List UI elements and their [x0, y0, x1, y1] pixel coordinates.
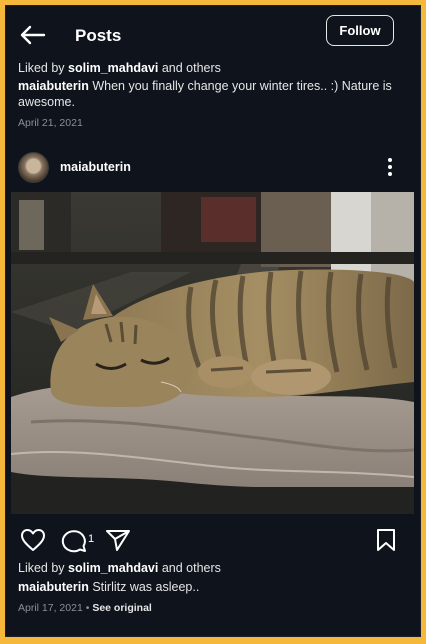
caption-username-link[interactable]: maiabuterin [18, 580, 89, 594]
likes-prefix: Liked by [18, 61, 69, 75]
more-options-button[interactable] [382, 156, 398, 178]
previous-post-caption: maiabuterin When you finally change your… [18, 78, 408, 110]
see-original-link[interactable]: See original [92, 602, 152, 614]
liked-by-user-link[interactable]: solim_mahdavi [68, 561, 158, 575]
post-header: maiabuterin [6, 152, 420, 192]
app-screen: Posts Follow Liked by solim_mahdavi and … [5, 5, 421, 637]
post-photo[interactable] [11, 192, 414, 514]
top-bar: Posts Follow [6, 6, 420, 62]
comment-icon[interactable] [61, 528, 87, 553]
separator-dot: • [82, 602, 93, 614]
post-date: April 17, 2021 [18, 602, 83, 614]
previous-post-likes: Liked by solim_mahdavi and others [18, 61, 221, 75]
post-actions: 1 [6, 522, 420, 556]
arrow-left-icon [20, 25, 46, 45]
post-meta: April 17, 2021 • See original [18, 602, 152, 614]
back-button[interactable] [18, 24, 46, 46]
avatar[interactable] [18, 152, 49, 183]
previous-post-date: April 21, 2021 [18, 117, 83, 129]
post-caption: maiabuterin Stirlitz was asleep.. [18, 580, 199, 594]
comment-count: 1 [88, 533, 95, 545]
caption-username-link[interactable]: maiabuterin [18, 79, 89, 93]
share-icon[interactable] [105, 528, 131, 552]
page-title: Posts [75, 26, 122, 45]
likes-suffix: and others [158, 61, 221, 75]
liked-by-user-link[interactable]: solim_mahdavi [68, 61, 158, 75]
caption-text: Stirlitz was asleep.. [88, 580, 200, 594]
vertical-dots-icon [388, 158, 392, 176]
post-username[interactable]: maiabuterin [60, 160, 131, 174]
bookmark-icon[interactable] [376, 528, 396, 552]
likes-suffix: and others [158, 561, 221, 575]
follow-button[interactable]: Follow [326, 15, 394, 46]
post-likes: Liked by solim_mahdavi and others [18, 561, 221, 575]
likes-prefix: Liked by [18, 561, 69, 575]
heart-icon[interactable] [20, 528, 46, 552]
